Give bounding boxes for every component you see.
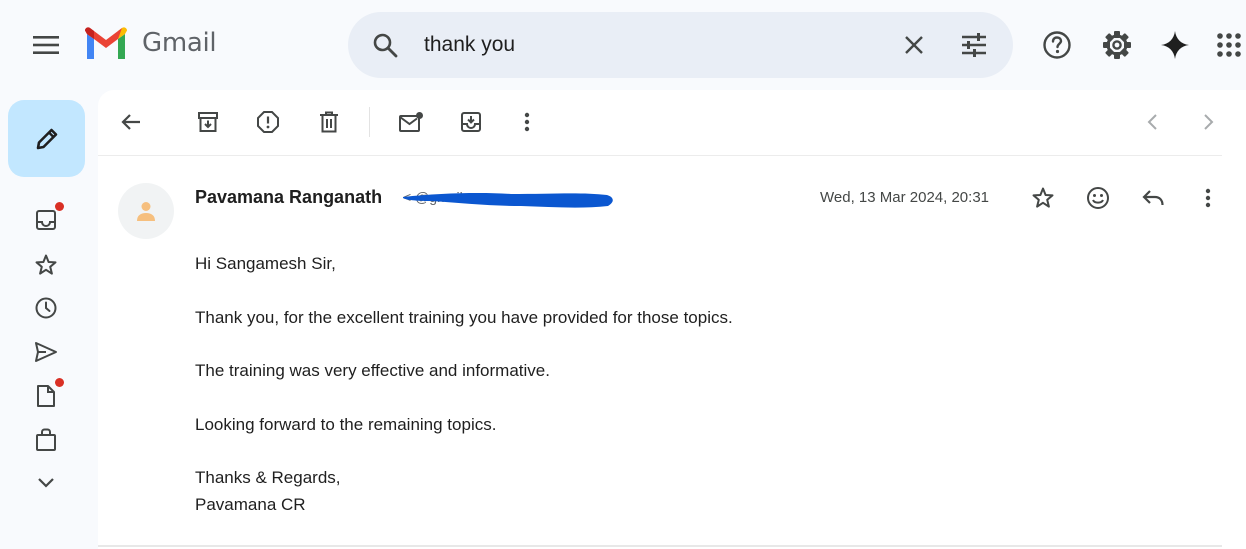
settings-button[interactable] (1094, 22, 1140, 68)
message-more-button[interactable] (1188, 178, 1228, 218)
gmail-logo-link[interactable]: Gmail (84, 26, 217, 60)
report-spam-icon (256, 110, 280, 134)
gemini-button[interactable] (1152, 22, 1198, 68)
apps-button[interactable] (1206, 22, 1246, 68)
emoji-reaction-button[interactable] (1078, 178, 1118, 218)
chevron-down-icon (37, 477, 55, 489)
back-arrow-icon (120, 112, 142, 132)
body-line-2: The training was very effective and info… (195, 361, 550, 380)
star-icon (1031, 186, 1055, 210)
more-vert-icon (524, 112, 530, 132)
inbox-icon (35, 209, 57, 231)
body-line-1: Thank you, for the excellent training yo… (195, 308, 733, 327)
send-icon (34, 341, 58, 363)
star-icon (34, 253, 58, 277)
nav-sent[interactable] (26, 332, 66, 372)
nav-drafts[interactable] (26, 376, 66, 416)
message-panel: Pavamana Ranganath < @gmail.com> Wed, 13… (98, 90, 1246, 549)
message-bottom-divider (98, 545, 1222, 547)
unread-dot (55, 202, 64, 211)
main-menu-button[interactable] (22, 21, 70, 69)
menu-icon (32, 35, 60, 55)
nav-more[interactable] (26, 463, 66, 503)
emoji-icon (1086, 186, 1110, 210)
body-line-3: Looking forward to the remaining topics. (195, 415, 497, 434)
clock-icon (34, 296, 58, 320)
delete-button[interactable] (309, 102, 349, 142)
toolbar-divider (98, 155, 1222, 156)
message-toolbar (98, 90, 1246, 154)
star-button[interactable] (1023, 178, 1063, 218)
redaction-mark (401, 188, 615, 212)
nav-starred[interactable] (26, 245, 66, 285)
more-actions-button[interactable] (507, 102, 547, 142)
gmail-logo (84, 26, 128, 60)
nav-snoozed[interactable] (26, 288, 66, 328)
toolbar-separator (369, 107, 370, 137)
delete-icon (319, 111, 339, 133)
mark-unread-button[interactable] (391, 102, 431, 142)
back-button[interactable] (111, 102, 151, 142)
chevron-left-icon (1147, 113, 1159, 131)
draft-dot (55, 378, 64, 387)
mark-unread-icon (398, 111, 424, 133)
reply-button[interactable] (1133, 178, 1173, 218)
avatar[interactable] (118, 183, 174, 239)
body-signature: Pavamana CR (195, 495, 306, 514)
older-button[interactable] (1188, 102, 1228, 142)
reply-icon (1141, 188, 1165, 208)
clear-search-button[interactable] (892, 23, 936, 67)
settings-icon (1102, 30, 1132, 60)
nav-inbox[interactable] (26, 200, 66, 240)
draft-icon (36, 384, 56, 408)
pencil-icon (34, 126, 60, 152)
search-icon (372, 32, 398, 58)
search-button[interactable] (363, 23, 407, 67)
person-icon (135, 200, 157, 222)
search-bar (348, 12, 1013, 78)
sender-name[interactable]: Pavamana Ranganath (195, 187, 382, 208)
app-name: Gmail (142, 28, 217, 58)
top-bar: Gmail (0, 0, 1246, 90)
more-vert-icon (1205, 188, 1211, 208)
apps-icon (1216, 32, 1242, 58)
compose-button[interactable] (8, 100, 85, 177)
chevron-right-icon (1202, 113, 1214, 131)
help-icon (1042, 30, 1072, 60)
archive-icon (197, 111, 219, 133)
search-input[interactable] (424, 28, 944, 62)
report-spam-button[interactable] (248, 102, 288, 142)
body-closing: Thanks & Regards, (195, 468, 341, 487)
body-greeting: Hi Sangamesh Sir, (195, 254, 336, 273)
move-to-button[interactable] (451, 102, 491, 142)
gemini-icon (1160, 30, 1190, 60)
search-options-icon (961, 33, 987, 57)
clear-icon (904, 35, 924, 55)
bag-icon (35, 428, 57, 452)
newer-button[interactable] (1133, 102, 1173, 142)
archive-button[interactable] (188, 102, 228, 142)
help-button[interactable] (1034, 22, 1080, 68)
message-date: Wed, 13 Mar 2024, 20:31 (820, 189, 989, 206)
nav-purchases[interactable] (26, 420, 66, 460)
search-options-button[interactable] (952, 23, 996, 67)
move-to-icon (460, 111, 482, 133)
